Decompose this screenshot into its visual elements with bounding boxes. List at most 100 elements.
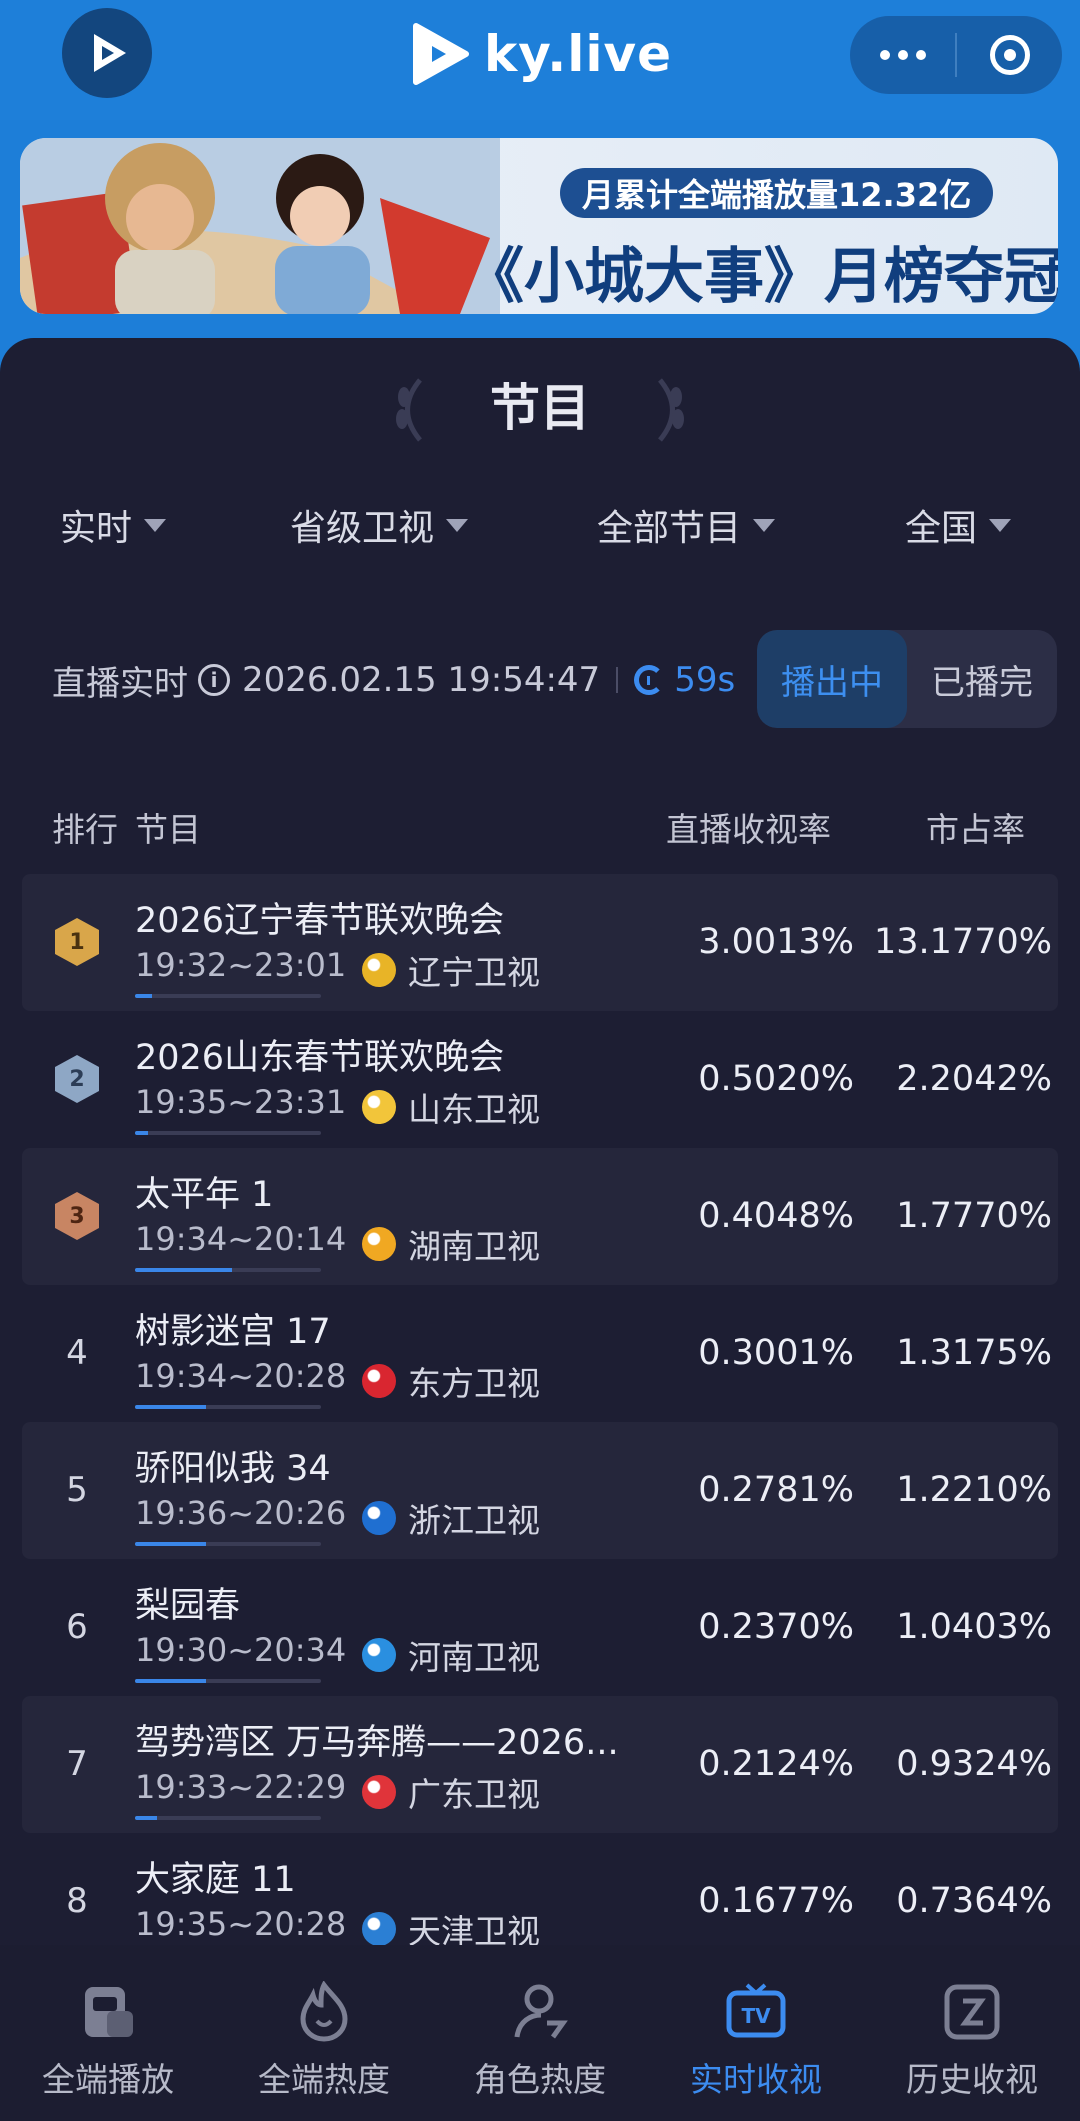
program-time: 19:34~20:14 — [135, 1220, 347, 1258]
channel-logo-icon — [362, 1912, 396, 1946]
program-name: 树影迷宫 17 — [135, 1312, 331, 1352]
table-row[interactable]: 6 梨园春 19:30~20:34 河南卫视 0.2370% 1.0403% — [22, 1559, 1058, 1696]
silver-medal-icon: 2 — [55, 1055, 99, 1103]
dropdown-arrow-icon — [446, 518, 469, 532]
live-rating: 0.2370% — [698, 1607, 854, 1647]
table-row[interactable]: 7 驾势湾区 万马奔腾——2026... 19:33~22:29 广东卫视 0.… — [22, 1696, 1058, 1833]
program-time: 19:35~23:31 — [135, 1083, 347, 1121]
market-share: 13.1770% — [874, 922, 1052, 962]
program-name: 大家庭 11 — [135, 1860, 296, 1900]
rank-number: 7 — [66, 1744, 88, 1784]
more-button[interactable] — [850, 16, 955, 94]
table-row[interactable]: 5 骄阳似我 34 19:36~20:26 浙江卫视 0.2781% 1.221… — [22, 1422, 1058, 1559]
tv-icon: TV — [726, 1983, 786, 2038]
promo-banner[interactable]: 月累计全端播放量12.32亿 《小城大事》月榜夺冠 — [20, 138, 1058, 314]
program-time: 19:32~23:01 — [135, 946, 347, 984]
close-miniapp-button[interactable] — [957, 16, 1062, 94]
channel: 河南卫视 — [362, 1631, 540, 1679]
market-share: 2.2042% — [896, 1059, 1052, 1099]
channel: 湖南卫视 — [362, 1220, 540, 1268]
filter-bar: 实时 省级卫视 全部节目 全国 — [0, 495, 1080, 555]
bronze-medal-icon: 3 — [55, 1192, 99, 1240]
filter-label: 实时 — [60, 508, 133, 549]
channel-logo-icon — [362, 1090, 396, 1124]
channel: 浙江卫视 — [362, 1494, 540, 1542]
program-time: 19:34~20:28 — [135, 1357, 347, 1395]
playback-icon — [85, 1987, 133, 2037]
rank-number: 4 — [66, 1333, 88, 1373]
nav-label: 全端热度 — [258, 2060, 390, 2099]
table-row[interactable]: 1 2026辽宁春节联欢晚会 19:32~23:01 辽宁卫视 3.0013% … — [22, 874, 1058, 1011]
banner-headline: 《小城大事》月榜夺冠 — [464, 242, 1058, 312]
tab-finished[interactable]: 已播完 — [907, 630, 1057, 728]
channel: 东方卫视 — [362, 1357, 540, 1405]
rank-badge: 1 — [52, 917, 102, 967]
filter-label: 全国 — [905, 508, 978, 549]
filter-region[interactable]: 全国 — [905, 495, 1012, 555]
nav-item-role-heat[interactable]: 角色热度 — [432, 1945, 648, 2121]
live-rating: 0.2781% — [698, 1470, 854, 1510]
program-progress — [135, 994, 321, 998]
program-name: 骄阳似我 34 — [135, 1449, 331, 1489]
refresh-icon — [634, 665, 665, 695]
program-progress — [135, 1405, 321, 1409]
program-name: 太平年 1 — [135, 1175, 274, 1215]
live-label: 直播实时 — [52, 663, 188, 704]
target-icon — [989, 35, 1030, 75]
ranking-list: 1 2026辽宁春节联欢晚会 19:32~23:01 辽宁卫视 3.0013% … — [22, 874, 1058, 1970]
rank-badge: 3 — [52, 1191, 102, 1241]
refresh-seconds: 59s — [674, 660, 736, 700]
app-logo-button[interactable] — [62, 8, 152, 98]
broadcast-status-toggle: 播出中 已播完 — [757, 630, 1057, 728]
program-name: 驾势湾区 万马奔腾——2026... — [135, 1723, 619, 1763]
channel-name: 浙江卫视 — [408, 1501, 540, 1540]
channel-name: 东方卫视 — [408, 1364, 540, 1403]
brand-logo: ky.live — [410, 18, 672, 90]
channel-logo-icon — [362, 1775, 396, 1809]
miniapp-capsule — [850, 16, 1062, 94]
program-time: 19:35~20:28 — [135, 1905, 347, 1943]
top-bar: ky.live — [0, 0, 1080, 120]
channel-name: 山东卫视 — [408, 1090, 540, 1129]
nav-item-heat[interactable]: 全端热度 — [216, 1945, 432, 2121]
nav-item-history-rating[interactable]: 历史收视 — [864, 1945, 1080, 2121]
program-time: 19:30~20:34 — [135, 1631, 347, 1669]
program-progress — [135, 1268, 321, 1272]
market-share: 1.2210% — [896, 1470, 1052, 1510]
nav-item-live-rating[interactable]: TV 实时收视 — [648, 1945, 864, 2121]
tab-airing[interactable]: 播出中 — [757, 630, 907, 728]
filter-program-type[interactable]: 全部节目 — [597, 495, 776, 555]
section-title: 节目 — [490, 379, 590, 437]
filter-channel-type[interactable]: 省级卫视 — [290, 495, 469, 555]
program-progress — [135, 1131, 321, 1135]
header-rank: 排行 — [52, 810, 118, 849]
filter-time[interactable]: 实时 — [60, 495, 167, 555]
nav-item-playback[interactable]: 全端播放 — [0, 1945, 216, 2121]
rank-badge: 2 — [52, 1054, 102, 1104]
market-share: 1.3175% — [896, 1333, 1052, 1373]
header-program: 节目 — [135, 810, 201, 849]
market-share: 1.0403% — [896, 1607, 1052, 1647]
live-rating: 3.0013% — [698, 922, 854, 962]
program-progress — [135, 1816, 321, 1820]
play-logo-icon — [94, 34, 126, 72]
channel-name: 湖南卫视 — [408, 1227, 540, 1266]
channel: 广东卫视 — [362, 1768, 540, 1816]
program-progress — [135, 1679, 321, 1683]
program-name: 2026山东春节联欢晚会 — [135, 1038, 505, 1078]
rank-number: 6 — [66, 1607, 88, 1647]
table-row[interactable]: 4 树影迷宫 17 19:34~20:28 东方卫视 0.3001% 1.317… — [22, 1285, 1058, 1422]
nav-label: 历史收视 — [906, 2060, 1038, 2099]
info-icon[interactable]: i — [198, 664, 230, 696]
live-rating: 0.3001% — [698, 1333, 854, 1373]
live-datetime: 2026.02.15 19:54:47 — [242, 660, 601, 700]
dropdown-arrow-icon — [753, 518, 776, 532]
refresh-countdown[interactable]: 59s — [634, 660, 735, 700]
nav-label: 实时收视 — [690, 2060, 822, 2099]
dropdown-arrow-icon — [144, 518, 167, 532]
table-row[interactable]: 2 2026山东春节联欢晚会 19:35~23:31 山东卫视 0.5020% … — [22, 1011, 1058, 1148]
program-progress — [135, 1542, 321, 1546]
filter-label: 全部节目 — [597, 508, 742, 549]
table-row[interactable]: 3 太平年 1 19:34~20:14 湖南卫视 0.4048% 1.7770% — [22, 1148, 1058, 1285]
header-rating: 直播收视率 — [666, 810, 831, 849]
